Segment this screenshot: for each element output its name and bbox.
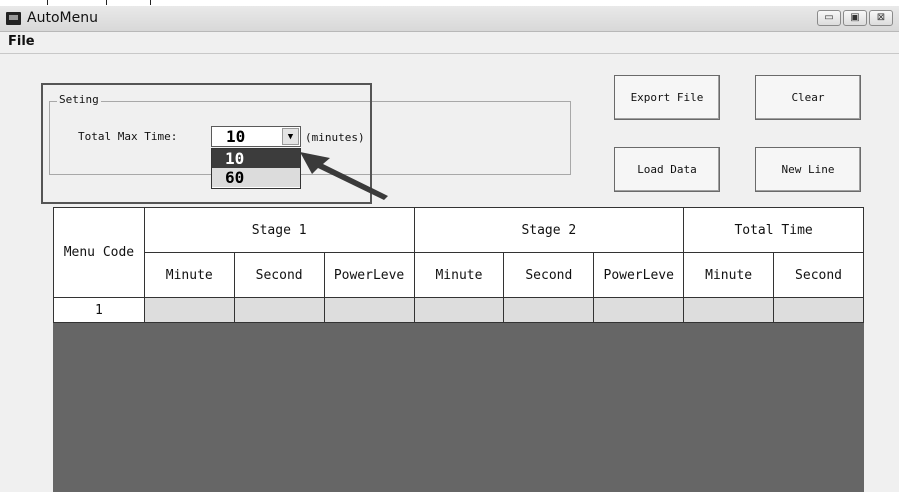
subheader-second: Second — [503, 252, 595, 298]
data-grid: Menu Code Stage 1 Stage 2 Total Time Min… — [53, 207, 864, 492]
total-max-time-label: Total Max Time: — [78, 130, 178, 143]
title-bar: AutoMenu ▭ ▣ ⊠ — [0, 6, 899, 32]
clear-button[interactable]: Clear — [755, 75, 861, 120]
header-stage-1: Stage 1 — [143, 207, 415, 253]
table-cell[interactable] — [143, 297, 235, 323]
combo-value: 10 — [226, 127, 246, 146]
table-cell[interactable] — [323, 297, 415, 323]
ruler-tick — [106, 0, 107, 5]
close-button[interactable]: ⊠ — [869, 10, 893, 26]
subheader-powerlevel: PowerLeve — [593, 252, 685, 298]
app-icon — [6, 12, 21, 25]
new-line-button[interactable]: New Line — [755, 147, 861, 192]
minimize-button[interactable]: ▭ — [817, 10, 841, 26]
table-cell[interactable] — [593, 297, 685, 323]
load-data-button[interactable]: Load Data — [614, 147, 720, 192]
automenu-window: AutoMenu ▭ ▣ ⊠ File Export File Clear Lo… — [0, 6, 899, 492]
total-max-time-combobox[interactable]: 10 ▼ — [211, 126, 301, 147]
subheader-second: Second — [773, 252, 864, 298]
dropdown-option-60[interactable]: 60 — [212, 168, 300, 187]
menu-code-cell[interactable]: 1 — [53, 297, 145, 323]
maximize-icon: ▣ — [850, 12, 860, 23]
subheader-second: Second — [233, 252, 325, 298]
menu-file[interactable]: File — [8, 34, 35, 49]
header-menu-code: Menu Code — [53, 207, 145, 298]
minimize-icon: ▭ — [824, 12, 834, 23]
table-cell[interactable] — [773, 297, 864, 323]
subheader-powerlevel: PowerLeve — [323, 252, 415, 298]
close-icon: ⊠ — [876, 12, 886, 23]
chevron-down-icon[interactable]: ▼ — [282, 128, 299, 145]
table-cell[interactable] — [683, 297, 775, 323]
menu-bar: File — [0, 32, 899, 54]
table-cell[interactable] — [503, 297, 595, 323]
header-total-time: Total Time — [683, 207, 864, 253]
subheader-minute: Minute — [413, 252, 505, 298]
table-cell[interactable] — [413, 297, 505, 323]
subheader-minute: Minute — [683, 252, 775, 298]
dropdown-option-10[interactable]: 10 — [212, 149, 300, 168]
export-file-button[interactable]: Export File — [614, 75, 720, 120]
table-cell[interactable] — [233, 297, 325, 323]
units-label: (minutes) — [305, 131, 365, 144]
ruler-tick — [47, 0, 48, 5]
combo-dropdown-list: 10 60 — [211, 148, 301, 189]
callout-arrow-icon — [300, 152, 388, 200]
window-title: AutoMenu — [27, 10, 98, 26]
table-row[interactable]: 1 — [53, 297, 864, 323]
grid-table: Menu Code Stage 1 Stage 2 Total Time Min… — [53, 207, 864, 323]
ruler-tick — [150, 0, 151, 5]
subheader-minute: Minute — [143, 252, 235, 298]
maximize-button[interactable]: ▣ — [843, 10, 867, 26]
header-stage-2: Stage 2 — [413, 207, 685, 253]
